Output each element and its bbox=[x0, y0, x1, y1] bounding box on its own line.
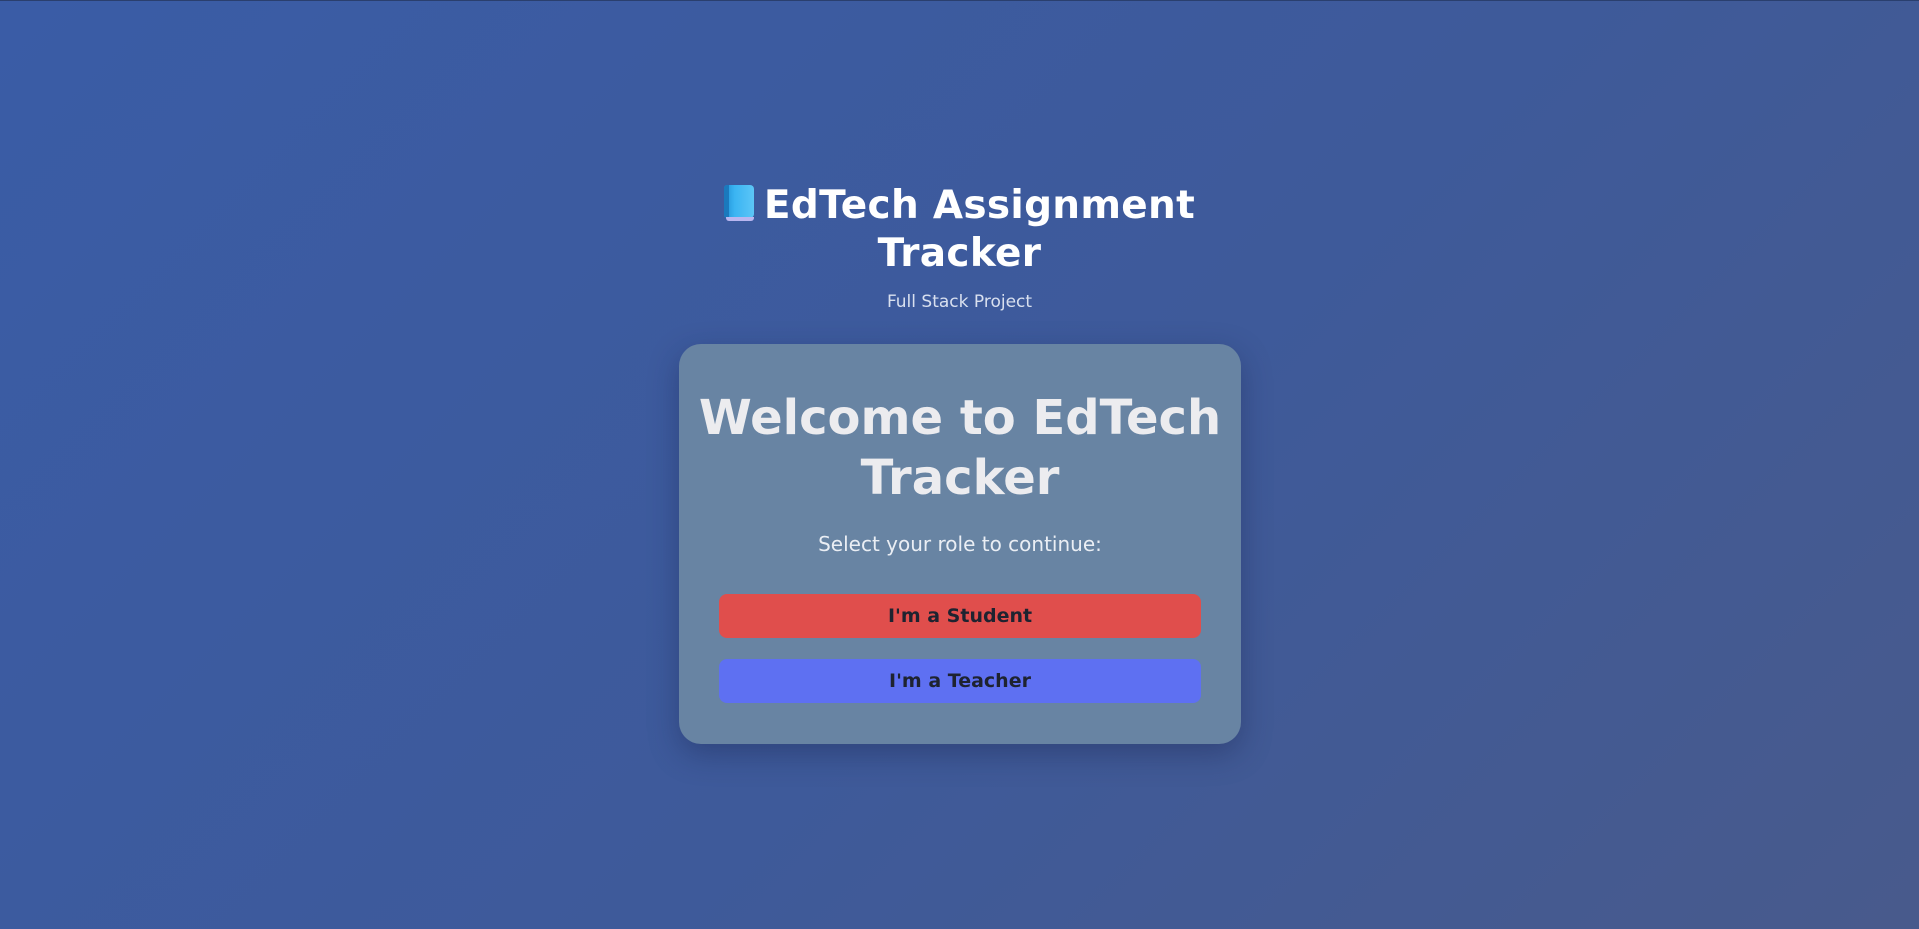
app-subtitle: Full Stack Project bbox=[886, 292, 1033, 312]
app-title-container: EdTech Assignment Tracker bbox=[710, 182, 1210, 278]
app-title: EdTech Assignment Tracker bbox=[763, 183, 1196, 276]
student-role-button[interactable]: I'm a Student bbox=[719, 594, 1201, 638]
role-selection-card: Welcome to EdTech Tracker Select your ro… bbox=[679, 344, 1241, 744]
top-border bbox=[0, 0, 1919, 1]
blue-book-icon bbox=[723, 185, 754, 221]
page-header: EdTech Assignment Tracker Full Stack Pro… bbox=[0, 182, 1919, 312]
welcome-title: Welcome to EdTech Tracker bbox=[698, 390, 1222, 506]
role-prompt: Select your role to continue: bbox=[818, 532, 1102, 556]
teacher-role-button[interactable]: I'm a Teacher bbox=[719, 659, 1201, 703]
